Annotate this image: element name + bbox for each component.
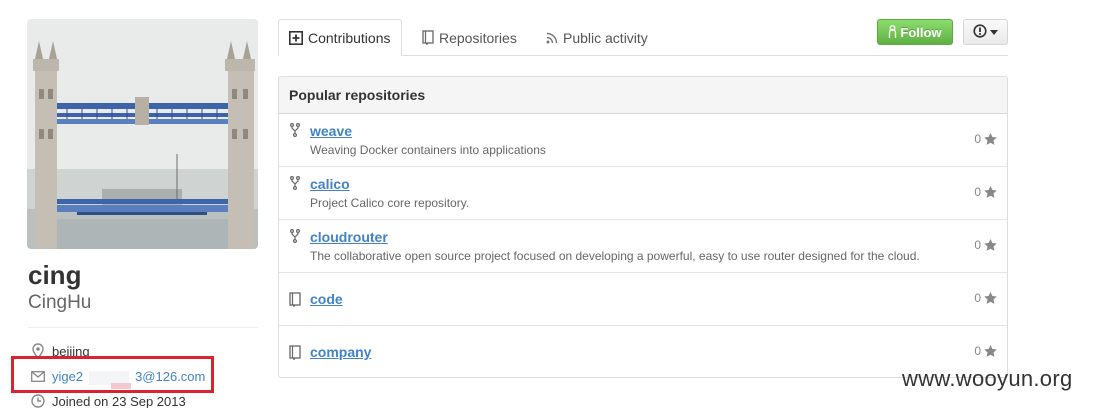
tab-repositories[interactable]: Repositories xyxy=(422,19,517,56)
avatar xyxy=(27,19,258,249)
tab-label: Contributions xyxy=(308,29,391,46)
highlight-box xyxy=(11,356,214,393)
tab-label: Repositories xyxy=(439,29,517,46)
follow-button[interactable]: Follow xyxy=(877,19,953,45)
star-icon xyxy=(984,239,997,251)
star-count: 0 xyxy=(974,291,981,305)
repo-item[interactable]: code 0 xyxy=(279,273,1007,326)
watermark-text: www.wooyun.org xyxy=(902,366,1073,391)
star-icon xyxy=(984,186,997,198)
popular-repositories-title: Popular repositories xyxy=(279,77,1007,114)
contributions-icon xyxy=(289,30,303,45)
tab-contributions[interactable]: Contributions xyxy=(278,19,402,56)
repo-forked-icon xyxy=(288,175,302,191)
repo-book-icon xyxy=(422,30,434,45)
avatar-image xyxy=(27,19,258,249)
rss-icon xyxy=(546,32,558,44)
repo-description: The collaborative open source project fo… xyxy=(310,249,920,263)
tab-label: Public activity xyxy=(563,29,648,46)
star-count: 0 xyxy=(974,185,981,199)
repo-forked-icon xyxy=(288,122,302,138)
repo-stars: 0 xyxy=(974,291,997,305)
repo-stars: 0 xyxy=(974,132,997,146)
repo-name-link[interactable]: code xyxy=(310,291,343,307)
repo-name-link[interactable]: cloudrouter xyxy=(310,229,388,245)
repo-description: Project Calico core repository. xyxy=(310,196,470,210)
divider xyxy=(28,327,258,328)
alert-icon xyxy=(973,23,987,41)
star-count: 0 xyxy=(974,344,981,358)
repo-name-link[interactable]: weave xyxy=(310,123,352,139)
repo-item[interactable]: calico Project Calico core repository. 0 xyxy=(279,167,1007,220)
popular-repositories-box: Popular repositories weave Weaving Docke… xyxy=(278,76,1008,378)
star-icon xyxy=(984,133,997,145)
profile-joined: Joined on 23 Sep 2013 xyxy=(30,392,186,408)
repo-item[interactable]: cloudrouter The collaborative open sourc… xyxy=(279,220,1007,273)
profile-username: CingHu xyxy=(28,292,92,313)
repo-name-link[interactable]: calico xyxy=(310,176,350,192)
repo-stars: 0 xyxy=(974,344,997,358)
star-count: 0 xyxy=(974,132,981,146)
repo-stars: 0 xyxy=(974,185,997,199)
tab-public-activity[interactable]: Public activity xyxy=(546,19,648,56)
chevron-down-icon xyxy=(990,29,998,35)
repo-name-link[interactable]: company xyxy=(310,344,371,360)
repo-stars: 0 xyxy=(974,238,997,252)
repo-forked-icon xyxy=(288,228,302,244)
person-icon xyxy=(888,25,897,39)
repo-book-icon xyxy=(288,291,302,307)
star-icon xyxy=(984,292,997,304)
repo-book-icon xyxy=(288,344,302,360)
clock-icon xyxy=(30,393,46,408)
repo-description: Weaving Docker containers into applicati… xyxy=(310,143,546,157)
repo-item[interactable]: company 0 xyxy=(279,326,1007,377)
joined-text: Joined on 23 Sep 2013 xyxy=(52,393,186,408)
star-count: 0 xyxy=(974,238,981,252)
star-icon xyxy=(984,345,997,357)
profile-fullname: cing xyxy=(28,260,82,290)
more-actions-button[interactable] xyxy=(963,19,1008,45)
repo-item[interactable]: weave Weaving Docker containers into app… xyxy=(279,114,1007,167)
follow-label: Follow xyxy=(900,24,942,40)
